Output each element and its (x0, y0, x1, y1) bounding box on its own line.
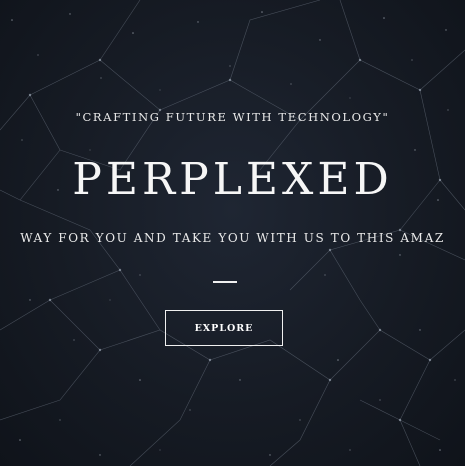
hero-divider (213, 281, 237, 283)
hero-tagline: "CRAFTING FUTURE WITH TECHNOLOGY" (75, 110, 390, 124)
hero-subtitle: WAY FOR YOU AND TAKE YOU WITH US TO THIS… (20, 231, 445, 245)
explore-button[interactable]: EXPLORE (165, 310, 283, 346)
hero-section: "CRAFTING FUTURE WITH TECHNOLOGY" PERPLE… (0, 0, 465, 466)
hero-title: PERPLEXED (72, 154, 393, 205)
